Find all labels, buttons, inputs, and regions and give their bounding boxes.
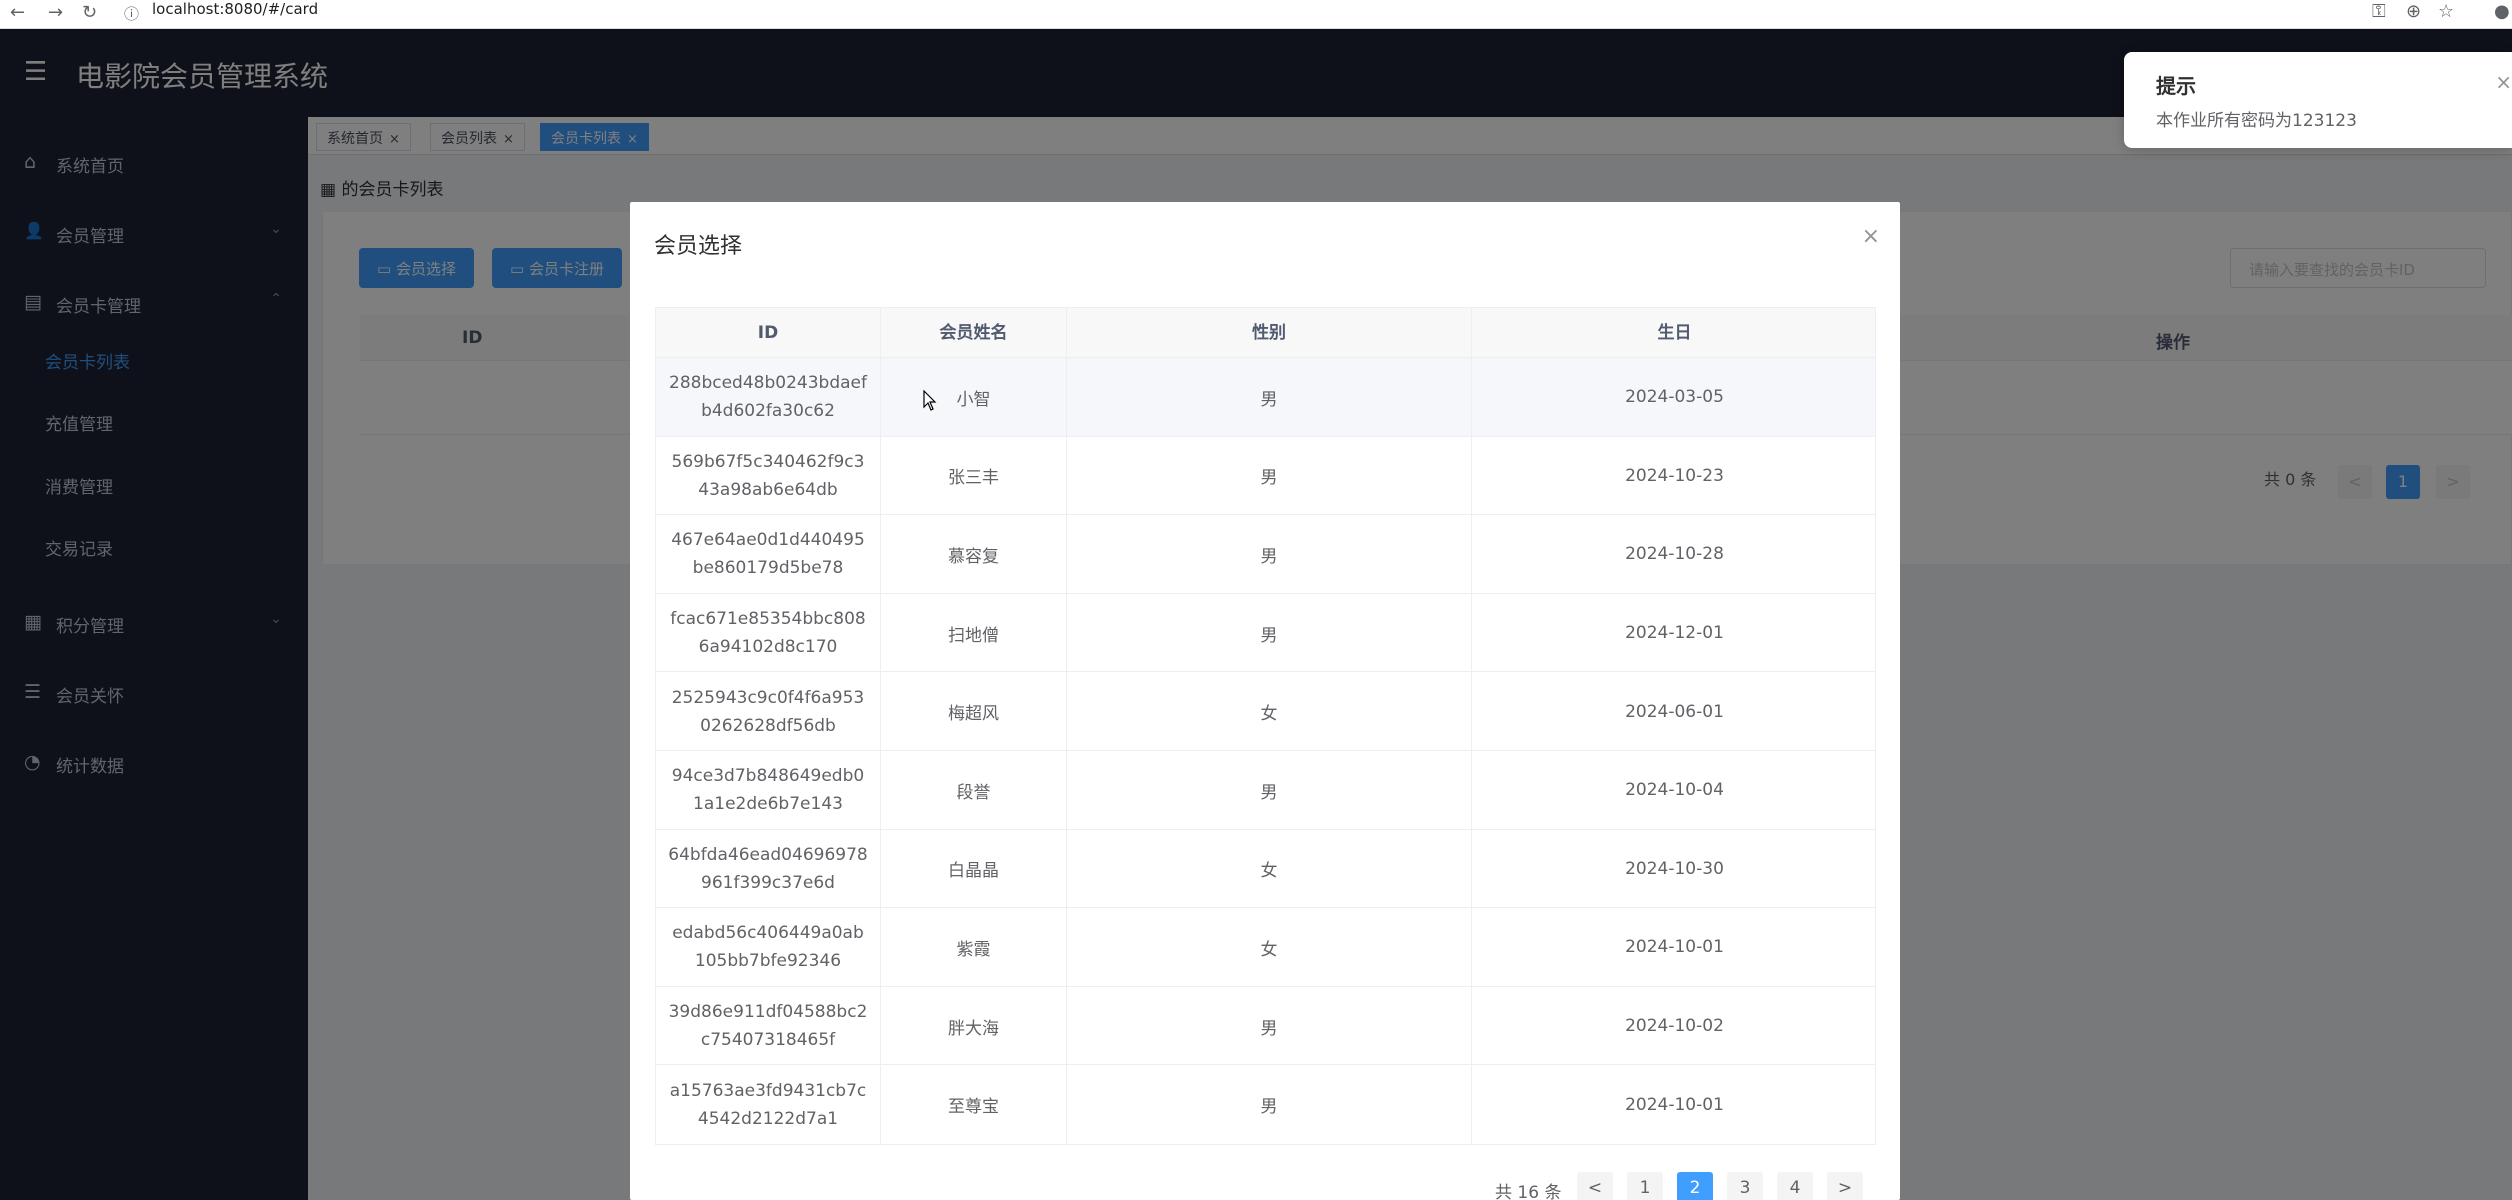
page-button-4[interactable]: 4	[1777, 1172, 1813, 1200]
notification-message: 本作业所有密码为123123	[2156, 111, 2357, 131]
forward-icon[interactable]: →	[48, 2, 63, 23]
member-gender-cell: 女	[1067, 672, 1472, 751]
zoom-icon[interactable]: ⊕	[2406, 1, 2421, 22]
member-birthday-cell: 2024-10-30	[1625, 858, 1724, 879]
close-icon[interactable]: ×	[2495, 70, 2512, 94]
member-id-cell: 288bced48b0243bdaefb4d602fa30c62	[656, 358, 881, 437]
next-page-button[interactable]: >	[1827, 1172, 1863, 1200]
browser-toolbar: ← → ↻ ⓘ localhost:8080/#/card ⚿ ⊕ ☆ ●	[0, 0, 2512, 29]
member-gender-cell: 女	[1067, 829, 1472, 909]
page-button-2[interactable]: 2	[1677, 1172, 1713, 1200]
member-id-cell: edabd56c406449a0ab105bb7bfe92346	[656, 908, 881, 987]
column-header-id: ID	[656, 308, 881, 358]
member-gender-cell: 男	[1067, 515, 1472, 594]
member-birthday-cell: 2024-06-01	[1625, 701, 1724, 722]
member-name-cell: 扫地僧	[881, 593, 1067, 673]
dialog-title: 会员选择	[654, 234, 743, 259]
member-gender-cell: 男	[1067, 593, 1472, 673]
member-name-cell: 梅超风	[881, 672, 1067, 751]
member-birthday-cell: 2024-10-02	[1625, 1016, 1724, 1037]
member-name-cell: 胖大海	[881, 986, 1067, 1066]
back-icon[interactable]: ←	[10, 2, 25, 23]
member-id-cell: 39d86e911df04588bc2c75407318465f	[656, 986, 881, 1066]
member-name-cell: 白晶晶	[881, 829, 1067, 909]
member-id-cell: a15763ae3fd9431cb7c4542d2122d7a1	[656, 1065, 881, 1144]
table-row[interactable]: 94ce3d7b848649edb01a1e2de6b7e143 段誉男 2024-…	[656, 750, 1875, 830]
member-gender-cell: 男	[1067, 750, 1472, 830]
member-name-cell: 至尊宝	[881, 1065, 1067, 1144]
table-row[interactable]: edabd56c406449a0ab105bb7bfe92346 紫霞女 2024-…	[656, 908, 1875, 987]
profile-icon[interactable]: ●	[2494, 1, 2510, 22]
table-row[interactable]: 64bfda46ead04696978961f399c37e6d 白晶晶女 2024…	[656, 829, 1875, 909]
member-name-cell: 慕容复	[881, 515, 1067, 594]
notification-toast: 提示 本作业所有密码为123123 ×	[2124, 52, 2512, 148]
column-header-name: 会员姓名	[881, 308, 1067, 358]
member-id-cell: 94ce3d7b848649edb01a1e2de6b7e143	[656, 750, 881, 830]
close-icon[interactable]: ×	[1862, 224, 1880, 249]
member-table-header: ID 会员姓名 性别 生日	[656, 308, 1875, 358]
page-button-1[interactable]: 1	[1627, 1172, 1663, 1200]
member-name-cell: 段誉	[881, 750, 1067, 830]
member-table-body: 288bced48b0243bdaefb4d602fa30c62 小智男 2024-…	[656, 358, 1875, 1144]
member-name-cell: 紫霞	[881, 908, 1067, 987]
member-name-cell: 小智	[881, 358, 1067, 437]
member-birthday-cell: 2024-03-05	[1625, 387, 1724, 408]
member-id-cell: 2525943c9c0f4f6a9530262628df56db	[656, 672, 881, 751]
member-birthday-cell: 2024-10-23	[1625, 465, 1724, 486]
star-icon[interactable]: ☆	[2438, 1, 2454, 22]
page-button-3[interactable]: 3	[1727, 1172, 1763, 1200]
member-birthday-cell: 2024-10-01	[1625, 937, 1724, 958]
member-table: ID 会员姓名 性别 生日 288bced48b0243bdaefb4d602f…	[655, 307, 1876, 1145]
column-header-birthday: 生日	[1657, 323, 1692, 343]
table-row[interactable]: a15763ae3fd9431cb7c4542d2122d7a1 至尊宝男 2024…	[656, 1065, 1875, 1144]
member-gender-cell: 男	[1067, 1065, 1472, 1144]
table-row[interactable]: 569b67f5c340462f9c343a98ab6e64db 张三丰男 2024…	[656, 436, 1875, 516]
member-gender-cell: 男	[1067, 436, 1472, 516]
table-row[interactable]: 288bced48b0243bdaefb4d602fa30c62 小智男 2024-…	[656, 358, 1875, 437]
reload-icon[interactable]: ↻	[82, 2, 97, 23]
key-icon[interactable]: ⚿	[2372, 1, 2386, 22]
column-header-gender: 性别	[1067, 308, 1472, 358]
member-birthday-cell: 2024-10-04	[1625, 780, 1724, 801]
member-birthday-cell: 2024-10-01	[1625, 1094, 1724, 1115]
pager-total: 共 16 条	[1495, 1183, 1562, 1200]
table-row[interactable]: fcac671e85354bbc8086a94102d8c170 扫地僧男 2024…	[656, 593, 1875, 673]
member-birthday-cell: 2024-10-28	[1625, 544, 1724, 565]
member-gender-cell: 男	[1067, 358, 1472, 437]
member-id-cell: fcac671e85354bbc8086a94102d8c170	[656, 593, 881, 673]
member-name-cell: 张三丰	[881, 436, 1067, 516]
cursor-arrow-icon	[923, 389, 937, 411]
prev-page-button[interactable]: <	[1577, 1172, 1613, 1200]
address-bar[interactable]: localhost:8080/#/card	[152, 0, 318, 18]
table-row[interactable]: 39d86e911df04588bc2c75407318465f 胖大海男 2024…	[656, 986, 1875, 1066]
notification-title: 提示	[2156, 74, 2196, 98]
table-row[interactable]: 2525943c9c0f4f6a9530262628df56db 梅超风女 2024…	[656, 672, 1875, 751]
member-gender-cell: 男	[1067, 986, 1472, 1066]
site-info-icon[interactable]: ⓘ	[124, 3, 139, 24]
member-id-cell: 64bfda46ead04696978961f399c37e6d	[656, 829, 881, 909]
member-select-dialog: 会员选择 × ID 会员姓名 性别 生日 288bced48b0243bdaef…	[630, 202, 1900, 1200]
table-row[interactable]: 467e64ae0d1d440495be860179d5be78 慕容复男 2024…	[656, 515, 1875, 594]
member-id-cell: 569b67f5c340462f9c343a98ab6e64db	[656, 436, 881, 516]
member-id-cell: 467e64ae0d1d440495be860179d5be78	[656, 515, 881, 594]
member-gender-cell: 女	[1067, 908, 1472, 987]
member-birthday-cell: 2024-12-01	[1625, 623, 1724, 644]
